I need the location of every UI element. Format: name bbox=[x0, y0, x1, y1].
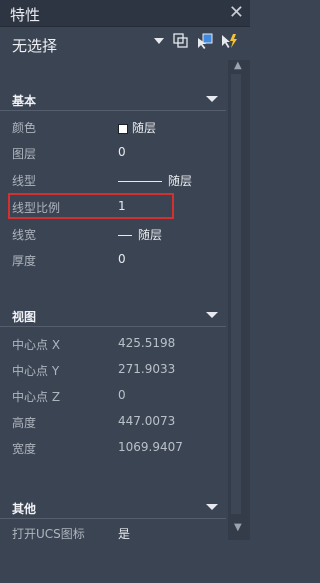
property-row-center-y[interactable]: 中心点 Y 271.9033 bbox=[0, 356, 226, 382]
property-label: 中心点 X bbox=[12, 338, 61, 352]
property-row-width[interactable]: 宽度 1069.9407 bbox=[0, 434, 226, 460]
property-label: 线型 bbox=[12, 174, 37, 188]
lineweight-sample-icon bbox=[118, 235, 132, 236]
property-row-center-x[interactable]: 中心点 X 425.5198 bbox=[0, 330, 226, 356]
vertical-scrollbar[interactable]: ▲ ▼ bbox=[228, 60, 250, 540]
property-value-text: 随层 bbox=[138, 228, 163, 242]
selection-value[interactable]: 无选择 bbox=[12, 35, 57, 56]
property-row-center-z[interactable]: 中心点 Z 0 bbox=[0, 382, 226, 408]
property-value[interactable]: 0 bbox=[118, 145, 126, 159]
selection-dropdown[interactable]: 无选择 bbox=[0, 28, 250, 60]
property-row-color[interactable]: 颜色 随层 bbox=[0, 113, 226, 139]
property-value: 447.0073 bbox=[118, 414, 176, 428]
property-value[interactable]: 随层 bbox=[118, 226, 162, 243]
title-bar: 特性 ✕ bbox=[0, 0, 250, 27]
collapse-arrow-icon[interactable] bbox=[206, 312, 218, 318]
property-label: 高度 bbox=[12, 416, 37, 430]
linetype-sample-icon bbox=[118, 181, 162, 182]
property-label: 中心点 Y bbox=[12, 364, 60, 378]
property-label: 颜色 bbox=[12, 121, 37, 135]
property-value[interactable]: 随层 bbox=[118, 172, 192, 189]
property-row-lineweight[interactable]: 线宽 随层 bbox=[0, 220, 226, 246]
properties-panel: 基本 颜色 随层 图层 0 线型 随层 线型比例 1 线宽 随层 厚度 0 视图… bbox=[0, 60, 226, 583]
property-row-ucs-icon[interactable]: 打开UCS图标 是 bbox=[0, 519, 226, 545]
property-value: 271.9033 bbox=[118, 362, 176, 376]
quick-select-icon[interactable] bbox=[172, 32, 190, 50]
section-header-view[interactable]: 视图 bbox=[0, 304, 226, 327]
highlight-box bbox=[8, 193, 174, 219]
section-header-basic[interactable]: 基本 bbox=[0, 88, 226, 111]
property-value: 425.5198 bbox=[118, 336, 176, 350]
property-label: 线宽 bbox=[12, 228, 37, 242]
toggle-pickadd-icon[interactable] bbox=[220, 32, 238, 50]
select-objects-icon[interactable] bbox=[196, 32, 214, 50]
color-swatch-icon bbox=[118, 123, 128, 134]
chevron-down-icon[interactable] bbox=[154, 38, 164, 44]
property-value: 0 bbox=[118, 388, 126, 402]
property-row-height[interactable]: 高度 447.0073 bbox=[0, 408, 226, 434]
property-label: 厚度 bbox=[12, 254, 37, 268]
close-icon[interactable]: ✕ bbox=[229, 2, 244, 23]
property-label: 图层 bbox=[12, 147, 37, 161]
collapse-arrow-icon[interactable] bbox=[206, 504, 218, 510]
section-header-other[interactable]: 其他 bbox=[0, 496, 226, 519]
property-value[interactable]: 随层 bbox=[118, 119, 156, 136]
property-value-text: 随层 bbox=[168, 174, 193, 188]
section-title: 视图 bbox=[12, 310, 37, 324]
panel-title: 特性 bbox=[10, 6, 41, 24]
property-label: 中心点 Z bbox=[12, 390, 61, 404]
section-title: 基本 bbox=[12, 94, 37, 108]
property-value: 1069.9407 bbox=[118, 440, 183, 454]
property-value[interactable]: 是 bbox=[118, 525, 130, 542]
property-value-text: 随层 bbox=[132, 121, 157, 135]
property-row-layer[interactable]: 图层 0 bbox=[0, 139, 226, 165]
scroll-up-icon[interactable]: ▲ bbox=[234, 60, 242, 71]
scroll-thumb[interactable] bbox=[231, 74, 241, 514]
scroll-down-icon[interactable]: ▼ bbox=[234, 522, 242, 533]
property-value[interactable]: 0 bbox=[118, 252, 126, 266]
property-label: 宽度 bbox=[12, 442, 37, 456]
collapse-arrow-icon[interactable] bbox=[206, 96, 218, 102]
section-title: 其他 bbox=[12, 502, 37, 516]
property-row-thickness[interactable]: 厚度 0 bbox=[0, 246, 226, 272]
property-label: 打开UCS图标 bbox=[12, 527, 85, 541]
property-row-linetype[interactable]: 线型 随层 bbox=[0, 166, 226, 192]
